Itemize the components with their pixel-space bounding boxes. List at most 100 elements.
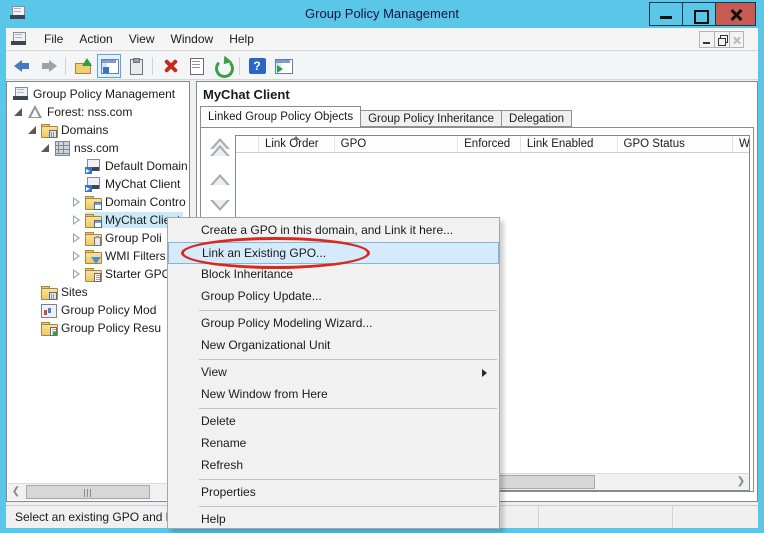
console-tree-toggle-button[interactable] bbox=[97, 54, 121, 78]
help-button[interactable] bbox=[245, 54, 269, 78]
menu-window[interactable]: Window bbox=[163, 29, 222, 49]
menu-bar: File Action View Window Help bbox=[6, 28, 758, 51]
tree-item-label: Sites bbox=[58, 284, 91, 300]
status-divider bbox=[672, 506, 673, 528]
expand-toggle-icon[interactable] bbox=[71, 232, 83, 244]
menu-item-new-organizational-unit[interactable]: New Organizational Unit bbox=[168, 335, 499, 357]
tree-item-sites[interactable]: Sites bbox=[7, 283, 189, 301]
tree-horizontal-scrollbar[interactable]: ❮ bbox=[8, 483, 188, 500]
starter-gpos-folder-icon bbox=[85, 267, 102, 282]
forward-icon bbox=[40, 58, 57, 74]
column-wmi-filter[interactable]: W bbox=[733, 136, 749, 152]
menu-item-delete[interactable]: Delete bbox=[168, 411, 499, 433]
status-text: Select an existing GPO and lin bbox=[15, 510, 173, 524]
menu-item-properties[interactable]: Properties bbox=[168, 482, 499, 504]
maximize-button[interactable] bbox=[682, 2, 715, 26]
scroll-right-button[interactable]: ❯ bbox=[733, 474, 749, 490]
results-folder-icon bbox=[41, 321, 58, 336]
menu-action[interactable]: Action bbox=[71, 29, 120, 49]
tree-item-mychat-client-ou[interactable]: MyChat Client bbox=[7, 211, 189, 229]
tree-item-group-policy-results[interactable]: Group Policy Resu bbox=[7, 319, 189, 337]
menu-separator bbox=[199, 408, 497, 409]
expand-toggle-icon[interactable] bbox=[71, 214, 83, 226]
tree-item-domain-controllers[interactable]: Domain Contro bbox=[7, 193, 189, 211]
properties-button[interactable] bbox=[123, 54, 147, 78]
move-down-button[interactable] bbox=[209, 200, 231, 212]
menu-separator bbox=[199, 310, 497, 311]
column-gpo[interactable]: GPO bbox=[335, 136, 459, 152]
scroll-left-button[interactable]: ❮ bbox=[8, 484, 24, 500]
tree-item-nss-com[interactable]: nss.com bbox=[7, 139, 189, 157]
mdi-close-button[interactable] bbox=[729, 31, 744, 48]
tree-item-label: Group Policy Mod bbox=[58, 302, 159, 318]
menu-item-help[interactable]: Help bbox=[168, 509, 499, 531]
console-tree-icon bbox=[101, 58, 118, 74]
tree-item-mychat-client-gpo-link[interactable]: MyChat Client bbox=[7, 175, 189, 193]
menu-item-rename[interactable]: Rename bbox=[168, 433, 499, 455]
status-divider bbox=[538, 506, 539, 528]
tree-item-forest[interactable]: Forest: nss.com bbox=[7, 103, 189, 121]
menu-item-modeling-wizard[interactable]: Group Policy Modeling Wizard... bbox=[168, 313, 499, 335]
expand-toggle-icon[interactable] bbox=[71, 196, 83, 208]
menu-separator bbox=[199, 479, 497, 480]
close-button[interactable] bbox=[715, 2, 756, 26]
menu-item-new-window-from-here[interactable]: New Window from Here bbox=[168, 384, 499, 406]
tree-item-label: Domains bbox=[58, 122, 111, 138]
menu-item-create-gpo[interactable]: Create a GPO in this domain, and Link it… bbox=[168, 220, 499, 242]
menu-item-group-policy-update[interactable]: Group Policy Update... bbox=[168, 286, 499, 308]
console-icon bbox=[11, 32, 28, 47]
tree-item-group-policy-modeling[interactable]: Group Policy Mod bbox=[7, 301, 189, 319]
new-window-icon bbox=[275, 58, 292, 74]
domains-folder-icon bbox=[41, 123, 58, 138]
tree-item-group-policy-management[interactable]: Group Policy Management bbox=[7, 85, 189, 103]
move-top-button[interactable] bbox=[209, 142, 231, 154]
column-gpo-status[interactable]: GPO Status bbox=[618, 136, 734, 152]
menu-separator bbox=[199, 506, 497, 507]
back-button[interactable] bbox=[10, 54, 34, 78]
menu-item-view[interactable]: View bbox=[168, 362, 499, 384]
tree-item-default-domain-policy[interactable]: Default Domain bbox=[7, 157, 189, 175]
column-link-order[interactable]: Link Order bbox=[259, 136, 335, 152]
menu-help[interactable]: Help bbox=[221, 29, 262, 49]
menu-view[interactable]: View bbox=[121, 29, 163, 49]
tree-item-label: MyChat Client bbox=[102, 176, 183, 192]
expand-toggle-icon[interactable] bbox=[27, 124, 39, 136]
tree-item-label: Group Policy Resu bbox=[58, 320, 164, 336]
menu-item-block-inheritance[interactable]: Block Inheritance bbox=[168, 264, 499, 286]
menu-item-refresh[interactable]: Refresh bbox=[168, 455, 499, 477]
forward-button[interactable] bbox=[36, 54, 60, 78]
column-icon[interactable] bbox=[236, 136, 259, 152]
title-bar[interactable]: Group Policy Management bbox=[0, 0, 764, 28]
minimize-button[interactable] bbox=[649, 2, 682, 26]
tab-delegation[interactable]: Delegation bbox=[502, 110, 572, 127]
tree: Group Policy Management Forest: nss.com … bbox=[7, 85, 189, 337]
refresh-button[interactable] bbox=[210, 54, 234, 78]
list-header: Link Order GPO Enforced Link Enabled GPO… bbox=[236, 136, 749, 153]
tree-item-wmi-filters[interactable]: WMI Filters bbox=[7, 247, 189, 265]
delete-button[interactable] bbox=[158, 54, 182, 78]
expand-toggle-icon[interactable] bbox=[13, 106, 25, 118]
mdi-restore-button[interactable] bbox=[714, 31, 729, 48]
tab-linked-group-policy-objects[interactable]: Linked Group Policy Objects bbox=[200, 106, 361, 127]
scrollbar-thumb[interactable] bbox=[26, 485, 150, 499]
tree-item-label: Starter GPO bbox=[102, 266, 174, 282]
up-level-icon bbox=[75, 58, 92, 74]
tree-item-starter-gpos[interactable]: Starter GPO bbox=[7, 265, 189, 283]
tab-group-policy-inheritance[interactable]: Group Policy Inheritance bbox=[361, 110, 502, 127]
tree-item-group-policy-objects[interactable]: Group Poli bbox=[7, 229, 189, 247]
gpo-link-icon bbox=[85, 159, 102, 174]
up-one-level-button[interactable] bbox=[71, 54, 95, 78]
tree-item-domains[interactable]: Domains bbox=[7, 121, 189, 139]
expand-toggle-icon[interactable] bbox=[71, 268, 83, 280]
menu-file[interactable]: File bbox=[36, 29, 71, 49]
expand-toggle-icon[interactable] bbox=[40, 142, 52, 154]
column-link-enabled[interactable]: Link Enabled bbox=[521, 136, 618, 152]
export-list-button[interactable] bbox=[184, 54, 208, 78]
expand-toggle-icon[interactable] bbox=[71, 250, 83, 262]
application-window: Group Policy Management File Action View… bbox=[0, 0, 764, 533]
column-enforced[interactable]: Enforced bbox=[458, 136, 521, 152]
toolbar-separator bbox=[65, 57, 66, 75]
mdi-minimize-button[interactable] bbox=[699, 31, 714, 48]
new-window-button[interactable] bbox=[271, 54, 295, 78]
move-up-button[interactable] bbox=[209, 174, 231, 186]
